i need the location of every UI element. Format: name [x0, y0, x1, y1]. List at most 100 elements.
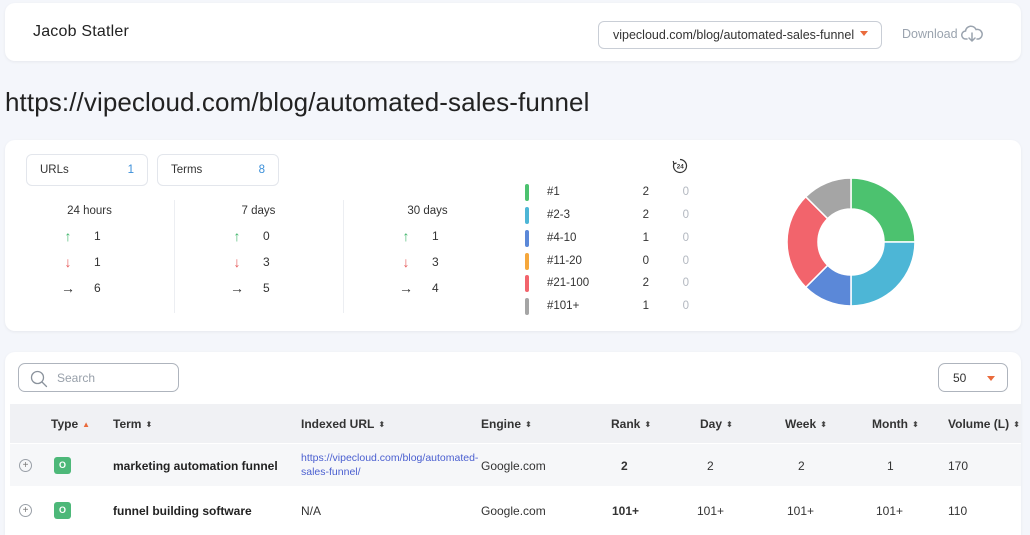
table-row[interactable]: + O marketing automation funnel https://…	[10, 444, 1021, 486]
period-flat-count: 4	[432, 281, 439, 295]
period-up-count: 0	[263, 229, 270, 243]
rank-label: #11-20	[547, 255, 582, 267]
rank-change: 0	[682, 232, 689, 244]
arrow-up-icon: ↑	[402, 228, 410, 244]
engine-cell: Google.com	[481, 504, 546, 518]
arrow-right-icon: →	[61, 280, 75, 296]
rank-count: 1	[642, 300, 649, 312]
url-select-value: vipecloud.com/blog/automated-sales-funne…	[613, 28, 855, 42]
per-page-value: 50	[953, 371, 967, 385]
urls-count-box: URLs 1	[26, 154, 148, 186]
arrow-down-icon: ↓	[233, 254, 241, 270]
rank-color-bar	[525, 253, 529, 270]
rank-label: #4-10	[547, 232, 577, 244]
day-cell: 101+	[697, 504, 725, 518]
week-cell: 2	[798, 459, 805, 473]
period-flat-row: → 6	[5, 279, 174, 299]
url-select-dropdown[interactable]: vipecloud.com/blog/automated-sales-funne…	[598, 21, 882, 49]
rank-change: 0	[682, 255, 689, 267]
rank-label: #2-3	[547, 209, 571, 221]
period-up-count: 1	[94, 229, 101, 243]
top-header: Jacob Statler vipecloud.com/blog/automat…	[5, 3, 1021, 61]
month-cell: 101+	[876, 504, 904, 518]
table-row[interactable]: + O funnel building software N/A Google.…	[10, 489, 1021, 531]
download-button[interactable]: Download	[902, 25, 983, 43]
keywords-table-panel: Search 50 Type ▲ Term ⬍ Indexed URL ⬍ Engin…	[5, 352, 1021, 535]
rank-row: #101+ 1 0	[525, 297, 711, 316]
period-down-count: 3	[263, 255, 270, 269]
period-up-row: ↑ 1	[343, 227, 512, 247]
column-header-term[interactable]: Term ⬍	[113, 417, 152, 431]
rank-row: #4-10 1 0	[525, 229, 711, 248]
period-flat-count: 6	[94, 281, 101, 295]
arrow-right-icon: →	[399, 280, 413, 296]
search-input[interactable]: Search	[18, 363, 179, 392]
type-badge: O	[54, 502, 71, 519]
period-down-count: 1	[94, 255, 101, 269]
indexed-url-link[interactable]: https://vipecloud.com/blog/automated-sal…	[301, 451, 478, 479]
rank-row: #11-20 0 0	[525, 252, 711, 271]
rank-cell: 2	[621, 459, 628, 473]
sort-icon: ⬍	[911, 420, 919, 429]
rank-label: #101+	[547, 300, 580, 312]
period-title: 7 days	[241, 205, 276, 217]
period-down-row: ↓ 3	[174, 253, 343, 273]
rank-change: 0	[682, 300, 689, 312]
urls-value: 1	[127, 164, 134, 176]
rank-count: 0	[642, 255, 649, 267]
term-cell: marketing automation funnel	[113, 459, 278, 473]
per-page-select[interactable]: 50	[938, 363, 1008, 392]
rank-count: 2	[642, 277, 649, 289]
volume-cell: 170	[948, 459, 969, 473]
sort-icon: ⬍	[145, 420, 153, 429]
type-badge: O	[54, 457, 71, 474]
page-title: https://vipecloud.com/blog/automated-sal…	[5, 87, 590, 117]
column-header-engine[interactable]: Engine ⬍	[481, 417, 532, 431]
timer-24h-icon[interactable]: 24	[672, 158, 688, 174]
rank-row: #1 2 0	[525, 183, 711, 202]
month-cell: 1	[887, 459, 894, 473]
day-cell: 2	[707, 459, 714, 473]
column-header-day[interactable]: Day ⬍	[700, 417, 733, 431]
column-header-type[interactable]: Type ▲	[51, 417, 90, 431]
arrow-up-icon: ↑	[233, 228, 241, 244]
column-header-week[interactable]: Week ⬍	[785, 417, 827, 431]
rank-count: 1	[642, 232, 649, 244]
sort-icon: ⬍	[525, 420, 532, 429]
rank-change: 0	[682, 277, 689, 289]
download-label: Download	[902, 27, 958, 41]
sort-icon: ⬍	[644, 420, 652, 429]
period-flat-row: → 5	[174, 279, 343, 299]
sort-icon: ⬍	[1013, 420, 1020, 429]
rank-count: 2	[642, 186, 649, 198]
rank-change: 0	[682, 186, 689, 198]
period-30-days: 30 days ↑ 1 ↓ 3 → 4	[343, 200, 512, 315]
period-down-count: 3	[432, 255, 439, 269]
timer-label: 24	[677, 164, 685, 171]
donut-slice-2-3[interactable]	[850, 241, 916, 307]
sort-asc-icon: ▲	[82, 420, 91, 429]
rank-color-bar	[525, 298, 529, 315]
volume-cell: 110	[948, 504, 968, 518]
rank-color-bar	[525, 184, 529, 201]
expand-row-icon[interactable]: +	[19, 459, 32, 472]
donut-slice-1[interactable]	[850, 177, 916, 243]
cloud-download-icon	[960, 25, 983, 43]
rank-row: #21-100 2 0	[525, 274, 711, 293]
stats-panel: URLs 1 Terms 8 24 hours ↑ 1 ↓ 1 → 6 7 da…	[5, 140, 1021, 331]
indexed-url-cell: N/A	[301, 504, 322, 518]
arrow-down-icon: ↓	[402, 254, 410, 270]
rank-cell: 101+	[612, 504, 640, 518]
user-name: Jacob Statler	[33, 23, 129, 40]
column-header-month[interactable]: Month ⬍	[872, 417, 919, 431]
arrow-up-icon: ↑	[64, 228, 72, 244]
column-header-indexed-url[interactable]: Indexed URL ⬍	[301, 417, 385, 431]
expand-row-icon[interactable]: +	[19, 504, 32, 517]
table-header: Type ▲ Term ⬍ Indexed URL ⬍ Engine ⬍ Rank ⬍ D…	[10, 404, 1021, 443]
sort-icon: ⬍	[820, 420, 827, 429]
urls-label: URLs	[40, 164, 69, 176]
column-header-volume[interactable]: Volume (L) ⬍	[948, 417, 1020, 431]
period-down-row: ↓ 1	[5, 253, 174, 273]
engine-cell: Google.com	[481, 459, 546, 473]
column-header-rank[interactable]: Rank ⬍	[611, 417, 651, 431]
